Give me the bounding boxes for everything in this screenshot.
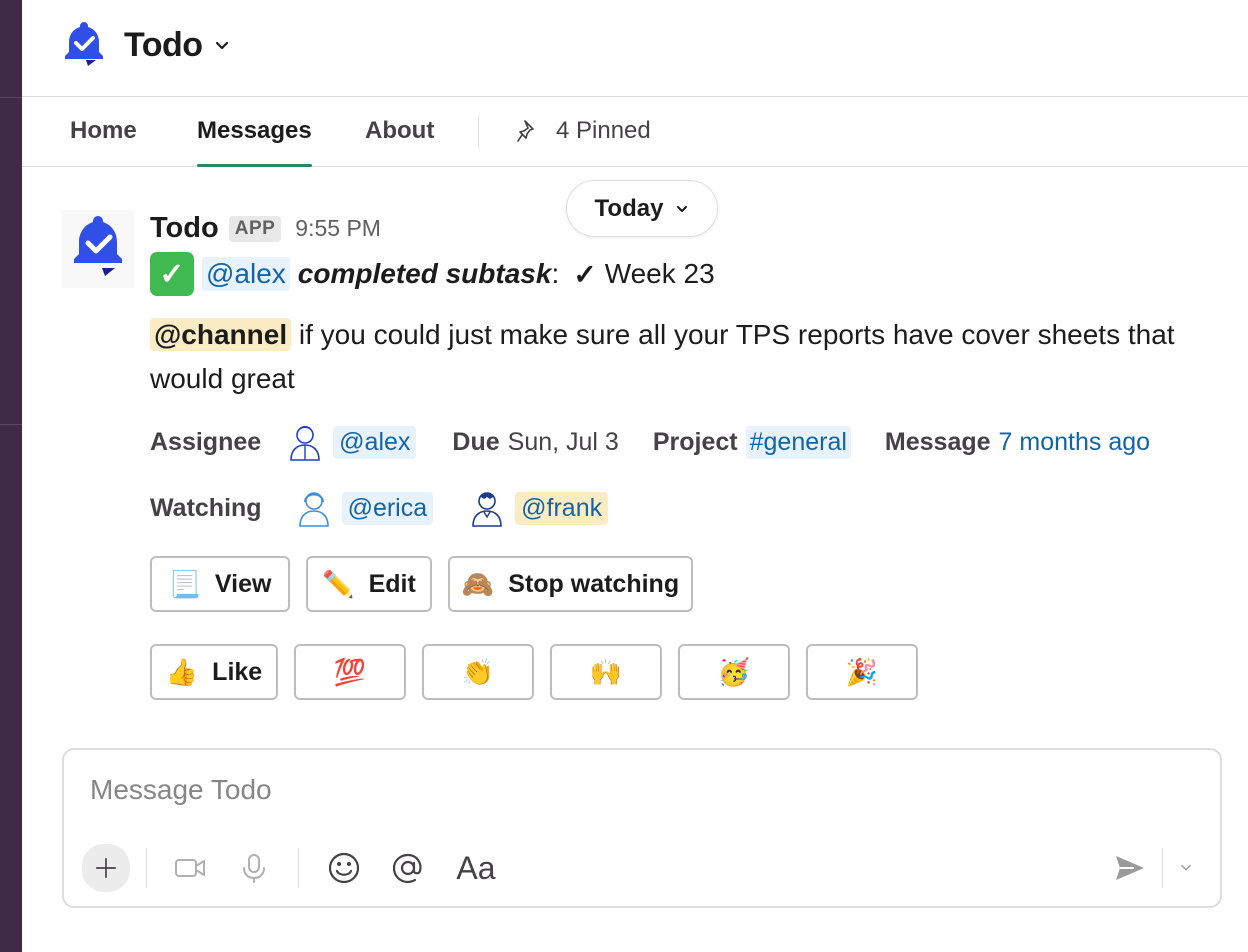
smiley-face-icon: [328, 852, 360, 884]
due-date: Sun, Jul 3: [507, 427, 619, 456]
toolbar-divider: [146, 848, 147, 888]
project-channel-link[interactable]: #general: [745, 425, 851, 459]
message-permalink[interactable]: 7 months ago: [999, 428, 1151, 457]
sidebar-divider: [0, 424, 22, 425]
hundred-points-icon: 💯: [333, 656, 367, 687]
message-timestamp[interactable]: 9:55 PM: [295, 215, 381, 242]
attach-button[interactable]: [82, 844, 130, 892]
subtask-name: Week 23: [604, 258, 715, 289]
message-body: @channel if you could just make sure all…: [150, 313, 1230, 401]
reaction-partying-face-button[interactable]: 🥳: [678, 644, 790, 700]
reaction-party-popper-button[interactable]: 🎉: [806, 644, 918, 700]
date-jump-button[interactable]: Today: [566, 180, 718, 237]
pinned-count-label: 4 Pinned: [556, 117, 651, 144]
watching-label: Watching: [150, 493, 262, 522]
reaction-raised-hands-button[interactable]: 🙌: [550, 644, 662, 700]
alex-avatar-icon: [290, 426, 320, 461]
edit-button-label: Edit: [368, 569, 416, 598]
at-sign-icon: [392, 853, 422, 884]
workspace-sidebar-edge: [0, 0, 22, 952]
todo-app-logo-icon: [65, 22, 103, 66]
watcher-mention[interactable]: @frank: [515, 491, 609, 525]
channel-mention[interactable]: @channel: [150, 318, 292, 351]
stop-watching-label: Stop watching: [508, 569, 680, 598]
message-composer: Message Todo Aa: [62, 748, 1222, 908]
channel-tabs: Home Messages About 4 Pinned: [22, 97, 1248, 167]
plus-icon: [95, 857, 117, 879]
app-pane: Todo Home Messages About 4 Pinned Today …: [22, 0, 1248, 952]
like-button[interactable]: 👍 Like: [150, 644, 278, 700]
message-summary: ✓ @alex completed subtask: ✓ Week 23: [150, 252, 715, 296]
chevron-down-icon: [1181, 864, 1191, 871]
reaction-hundred-button[interactable]: 💯: [294, 644, 406, 700]
date-label: Today: [594, 194, 664, 222]
check-mark-button-icon: ✓: [150, 252, 194, 296]
edit-button[interactable]: ✏️ Edit: [306, 556, 432, 612]
colon: :: [551, 258, 560, 289]
like-button-label: Like: [212, 657, 263, 686]
send-options-button[interactable]: [1164, 846, 1208, 890]
action-text: completed subtask: [297, 258, 552, 289]
task-fields: Assignee @alex Due Sun, Jul 3 Project #g…: [150, 420, 1150, 464]
tab-home[interactable]: Home: [70, 117, 137, 145]
sidebar-divider: [0, 97, 22, 98]
emoji-button[interactable]: [322, 846, 366, 890]
video-clip-button[interactable]: [168, 846, 212, 890]
assignee-label: Assignee: [150, 427, 262, 456]
sender-name[interactable]: Todo: [150, 212, 219, 245]
todo-avatar-icon[interactable]: [62, 210, 134, 288]
mention-button[interactable]: [386, 846, 430, 890]
channel-header: Todo: [22, 0, 1248, 97]
due-label: Due: [452, 427, 500, 456]
frank-avatar-icon: [472, 492, 502, 527]
view-button[interactable]: 📃 View: [150, 556, 290, 612]
video-camera-icon: [175, 859, 205, 877]
message-header: Todo APP 9:55 PM: [150, 212, 381, 245]
watcher-mention[interactable]: @erica: [341, 491, 434, 525]
chevron-down-icon: [677, 205, 688, 212]
send-button[interactable]: [1108, 846, 1152, 890]
tab-divider: [478, 116, 479, 148]
toolbar-divider: [298, 848, 299, 888]
party-popper-icon: 🎉: [845, 656, 879, 687]
check-icon: ✓: [573, 258, 597, 290]
toolbar-divider: [1162, 848, 1163, 888]
formatting-button[interactable]: Aa: [452, 846, 500, 890]
see-no-evil-monkey-icon: 🙈: [461, 568, 495, 599]
view-button-label: View: [214, 569, 272, 598]
tab-messages[interactable]: Messages: [197, 117, 312, 167]
page-icon: 📃: [168, 568, 201, 599]
pin-icon: [517, 120, 534, 142]
message-label: Message: [884, 427, 991, 456]
raising-hands-icon: 🙌: [589, 656, 623, 687]
user-mention[interactable]: @alex: [202, 257, 290, 291]
pinned-items-button[interactable]: 4 Pinned: [516, 117, 651, 145]
microphone-icon: [243, 854, 265, 883]
stop-watching-button[interactable]: 🙈 Stop watching: [448, 556, 693, 612]
message-text: if you could just make sure all your TPS…: [150, 319, 1175, 394]
watchers-row: Watching @erica @frank: [150, 486, 609, 530]
partying-face-icon: 🥳: [717, 656, 751, 687]
send-icon: [1116, 856, 1144, 880]
clapping-hands-icon: 👏: [461, 656, 495, 687]
assignee-mention[interactable]: @alex: [333, 425, 417, 459]
tab-about[interactable]: About: [365, 117, 434, 145]
message-input[interactable]: Message Todo: [90, 774, 272, 806]
project-label: Project: [652, 427, 738, 456]
chevron-down-icon[interactable]: [212, 36, 232, 56]
erica-avatar-icon: [298, 492, 329, 527]
thumbs-up-icon: 👍: [165, 656, 199, 687]
app-badge: APP: [228, 215, 282, 242]
channel-title[interactable]: Todo: [124, 26, 203, 65]
reaction-clap-button[interactable]: 👏: [422, 644, 534, 700]
pencil-icon: ✏️: [322, 568, 355, 599]
audio-clip-button[interactable]: [232, 846, 276, 890]
